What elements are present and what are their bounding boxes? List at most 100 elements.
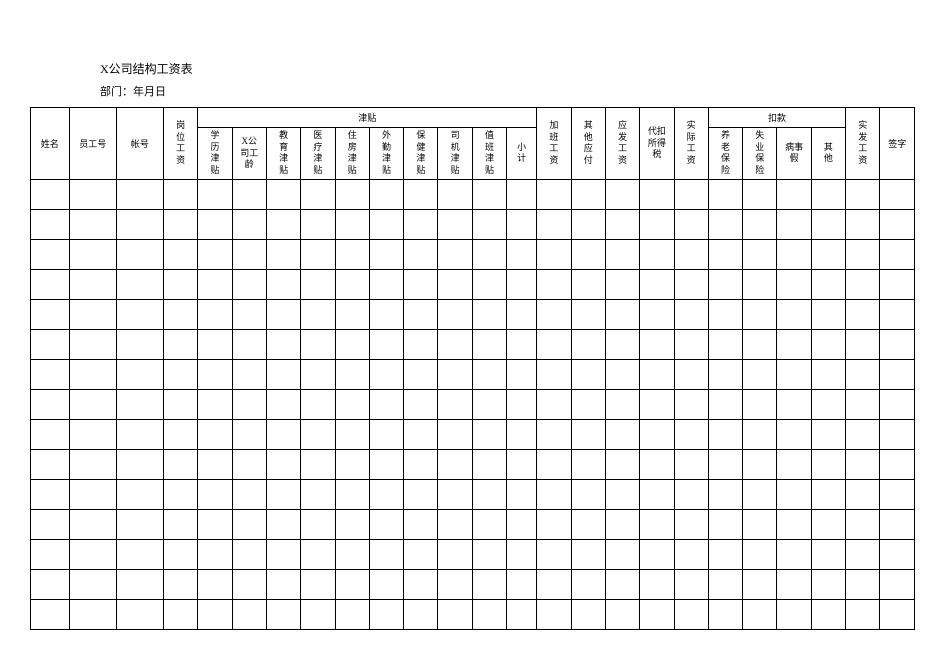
table-cell bbox=[507, 359, 537, 389]
table-cell bbox=[472, 329, 506, 359]
table-cell bbox=[605, 359, 639, 389]
table-cell bbox=[438, 509, 472, 539]
table-cell bbox=[708, 419, 742, 449]
table-cell bbox=[640, 479, 674, 509]
table-cell bbox=[537, 569, 571, 599]
col-name: 姓名 bbox=[31, 108, 70, 180]
table-cell bbox=[640, 449, 674, 479]
table-cell bbox=[507, 509, 537, 539]
table-cell bbox=[198, 389, 232, 419]
table-cell bbox=[777, 239, 811, 269]
page-title: X公司结构工资表 bbox=[100, 60, 915, 77]
table-cell bbox=[69, 299, 116, 329]
table-cell bbox=[369, 179, 403, 209]
table-cell bbox=[880, 239, 915, 269]
table-cell bbox=[198, 179, 232, 209]
table-cell bbox=[198, 269, 232, 299]
table-cell bbox=[69, 539, 116, 569]
table-cell bbox=[537, 269, 571, 299]
col-allow-housing: 住房津贴 bbox=[335, 128, 369, 180]
table-cell bbox=[335, 479, 369, 509]
table-cell bbox=[369, 479, 403, 509]
table-cell bbox=[472, 359, 506, 389]
table-cell bbox=[777, 209, 811, 239]
table-cell bbox=[846, 359, 880, 389]
table-cell bbox=[674, 509, 708, 539]
col-group-allowance: 津贴 bbox=[198, 108, 537, 128]
table-cell bbox=[301, 419, 335, 449]
col-post-salary: 岗位工资 bbox=[163, 108, 197, 180]
table-cell bbox=[301, 269, 335, 299]
table-cell bbox=[605, 569, 639, 599]
table-cell bbox=[674, 329, 708, 359]
table-cell bbox=[537, 359, 571, 389]
table-cell bbox=[640, 389, 674, 419]
table-cell bbox=[846, 539, 880, 569]
table-cell bbox=[811, 509, 845, 539]
table-cell bbox=[163, 269, 197, 299]
table-cell bbox=[163, 209, 197, 239]
table-cell bbox=[404, 179, 438, 209]
table-cell bbox=[31, 209, 70, 239]
table-cell bbox=[404, 599, 438, 629]
table-cell bbox=[301, 449, 335, 479]
table-cell bbox=[163, 359, 197, 389]
table-cell bbox=[605, 209, 639, 239]
table-cell bbox=[537, 449, 571, 479]
table-cell bbox=[571, 569, 605, 599]
table-cell bbox=[369, 329, 403, 359]
table-cell bbox=[198, 509, 232, 539]
table-cell bbox=[438, 299, 472, 329]
col-allow-security: 保健津贴 bbox=[404, 128, 438, 180]
table-cell bbox=[69, 419, 116, 449]
table-cell bbox=[301, 479, 335, 509]
table-cell bbox=[640, 299, 674, 329]
table-cell bbox=[777, 179, 811, 209]
table-cell bbox=[198, 569, 232, 599]
table-cell bbox=[369, 299, 403, 329]
table-cell bbox=[674, 479, 708, 509]
table-cell bbox=[301, 569, 335, 599]
table-cell bbox=[301, 509, 335, 539]
table-cell bbox=[571, 479, 605, 509]
table-cell bbox=[404, 389, 438, 419]
table-cell bbox=[811, 569, 845, 599]
table-cell bbox=[116, 569, 163, 599]
table-cell bbox=[472, 179, 506, 209]
table-cell bbox=[163, 479, 197, 509]
table-row bbox=[31, 569, 915, 599]
table-cell bbox=[116, 329, 163, 359]
table-cell bbox=[369, 209, 403, 239]
col-ded-sick: 病事假 bbox=[777, 128, 811, 180]
table-cell bbox=[777, 479, 811, 509]
table-cell bbox=[232, 179, 266, 209]
table-body bbox=[31, 179, 915, 629]
table-cell bbox=[198, 209, 232, 239]
table-cell bbox=[163, 449, 197, 479]
table-cell bbox=[266, 479, 300, 509]
table-row bbox=[31, 539, 915, 569]
table-cell bbox=[811, 479, 845, 509]
table-cell bbox=[301, 179, 335, 209]
table-cell bbox=[743, 509, 777, 539]
table-cell bbox=[777, 509, 811, 539]
table-cell bbox=[537, 419, 571, 449]
col-allow-medical: 医疗津贴 bbox=[301, 128, 335, 180]
table-cell bbox=[605, 419, 639, 449]
table-cell bbox=[571, 419, 605, 449]
table-cell bbox=[404, 449, 438, 479]
table-cell bbox=[266, 419, 300, 449]
table-cell bbox=[198, 239, 232, 269]
table-cell bbox=[232, 599, 266, 629]
col-allow-edu: 教育津贴 bbox=[266, 128, 300, 180]
table-cell bbox=[232, 329, 266, 359]
table-cell bbox=[846, 179, 880, 209]
table-cell bbox=[116, 359, 163, 389]
table-cell bbox=[674, 299, 708, 329]
table-cell bbox=[301, 359, 335, 389]
table-cell bbox=[846, 239, 880, 269]
table-cell bbox=[198, 599, 232, 629]
table-cell bbox=[674, 599, 708, 629]
table-cell bbox=[163, 539, 197, 569]
table-cell bbox=[674, 569, 708, 599]
